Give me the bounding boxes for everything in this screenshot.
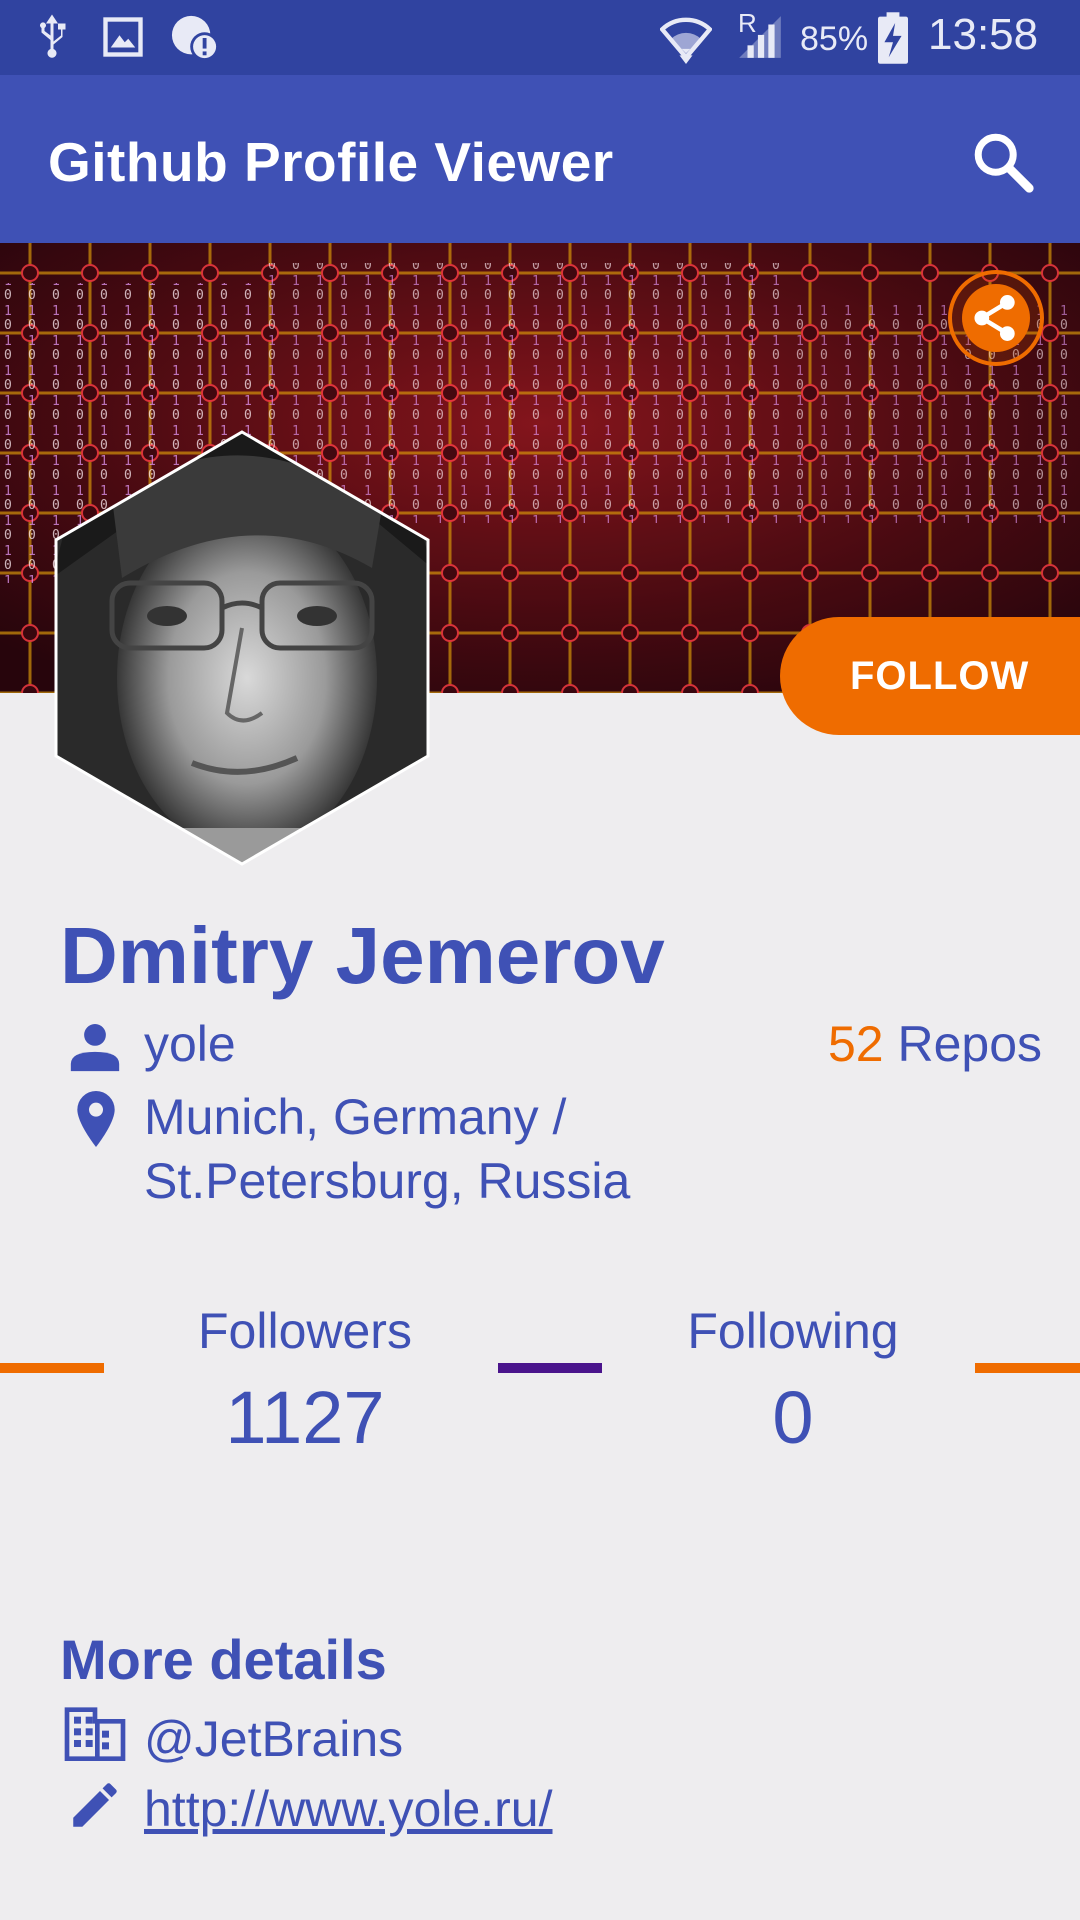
company: @JetBrains	[144, 1711, 404, 1767]
location-icon	[77, 1091, 115, 1147]
profile-name: Dmitry Jemerov	[60, 911, 665, 1000]
signal-icon	[739, 16, 781, 58]
status-bar: R 85% 13:58	[0, 0, 1080, 75]
wifi-icon	[660, 17, 712, 64]
alert-icon	[171, 15, 219, 62]
share-button-fill	[962, 284, 1030, 352]
following-value: 0	[772, 1376, 814, 1459]
person-icon	[70, 1024, 120, 1072]
business-icon	[64, 1707, 126, 1761]
divider-left	[0, 1363, 104, 1373]
repos-label: Repos	[897, 1016, 1042, 1072]
search-button[interactable]	[968, 127, 1038, 197]
edit-icon	[73, 1783, 117, 1827]
location-line-1: Munich, Germany /	[144, 1089, 567, 1145]
location-line-2: St.Petersburg, Russia	[144, 1153, 631, 1209]
blog-link[interactable]: http://www.yole.ru/	[144, 1780, 553, 1838]
image-icon	[103, 17, 143, 57]
usb-icon	[40, 14, 66, 58]
avatar	[54, 430, 430, 866]
following-label: Following	[687, 1303, 899, 1359]
more-details-title: More details	[60, 1628, 387, 1691]
search-icon	[974, 133, 1034, 193]
share-button[interactable]	[948, 270, 1044, 366]
divider-center	[498, 1363, 602, 1373]
clock: 13:58	[928, 10, 1039, 59]
followers-label: Followers	[198, 1303, 412, 1359]
username: yole	[144, 1016, 236, 1072]
repos-number: 52	[827, 1016, 884, 1072]
app-bar: Github Profile Viewer	[0, 75, 1080, 243]
share-icon	[974, 295, 1015, 341]
battery-icon	[878, 12, 908, 64]
divider-right	[975, 1363, 1080, 1373]
followers-value: 1127	[225, 1376, 385, 1459]
follow-button[interactable]: FOLLOW	[780, 617, 1080, 735]
battery-percent: 85%	[800, 20, 869, 58]
app-title: Github Profile Viewer	[48, 131, 614, 193]
repos-count[interactable]: 52 Repos	[828, 1015, 1042, 1073]
